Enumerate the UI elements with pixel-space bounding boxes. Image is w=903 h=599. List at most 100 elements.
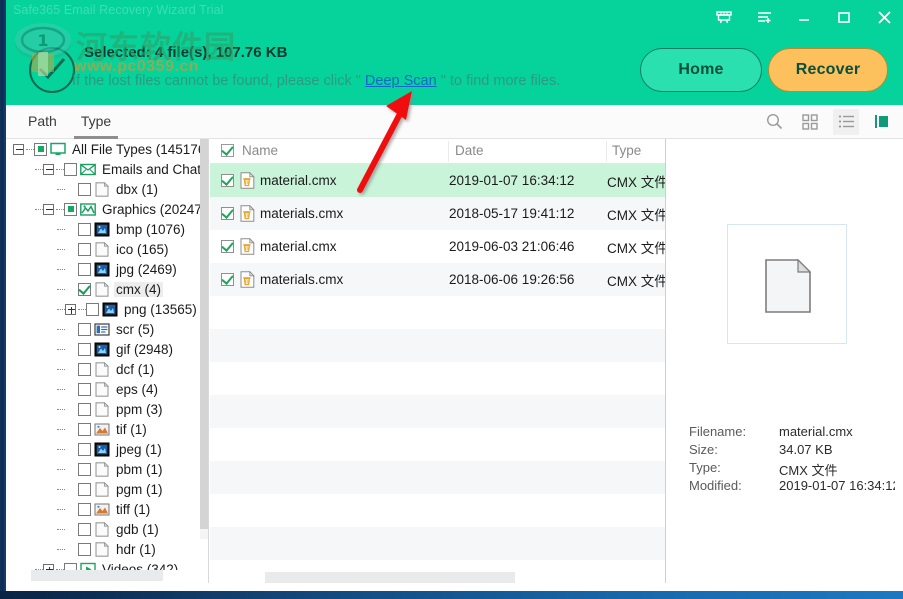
tree-node[interactable]: All File Types (145176) [7, 139, 208, 159]
collapse-icon[interactable] [43, 164, 54, 175]
tree-node[interactable]: png (13565) [7, 299, 208, 319]
tree-horizontal-scrollbar[interactable] [7, 570, 200, 581]
home-button[interactable]: Home [640, 48, 762, 92]
tree-node-checkbox[interactable] [64, 163, 77, 176]
tree-node-checkbox[interactable] [78, 263, 91, 276]
file-list-h-thumb[interactable] [265, 572, 515, 583]
close-icon[interactable] [873, 6, 895, 28]
tree-node-label: png (13565) [122, 302, 199, 317]
tree-guide-line [57, 469, 65, 470]
tree-node[interactable]: gdb (1) [7, 519, 208, 539]
tree-node-checkbox[interactable] [78, 343, 91, 356]
tree-node[interactable]: dcf (1) [7, 359, 208, 379]
column-divider-1[interactable] [448, 141, 449, 162]
tree-node-checkbox[interactable] [78, 423, 91, 436]
tree-guide-line [57, 409, 65, 410]
file-list-horizontal-scrollbar[interactable] [210, 572, 666, 583]
tree-node[interactable]: jpeg (1) [7, 439, 208, 459]
tree-node-checkbox[interactable] [78, 523, 91, 536]
tree-node[interactable]: pbm (1) [7, 459, 208, 479]
tree-node-checkbox[interactable] [78, 383, 91, 396]
collapse-icon[interactable] [13, 144, 24, 155]
table-row[interactable]: material.cmx2019-01-07 16:34:12CMX 文件 [210, 164, 666, 197]
preview-vertical-scrollbar[interactable] [895, 139, 903, 583]
tree-node-checkbox[interactable] [78, 323, 91, 336]
row-checkbox[interactable] [221, 240, 234, 253]
tree-node-checkbox[interactable] [78, 543, 91, 556]
tree-node-checkbox[interactable] [78, 223, 91, 236]
tree-node-checkbox[interactable] [34, 143, 47, 156]
tree-node-label: Emails and Chats (1) [100, 162, 209, 177]
tree-node-label: dbx (1) [114, 182, 160, 197]
tree-node-checkbox[interactable] [64, 203, 77, 216]
tab-type[interactable]: Type [69, 105, 123, 139]
select-all-checkbox[interactable] [221, 144, 234, 157]
file-type-tree[interactable]: All File Types (145176) Emails and Chats … [7, 139, 209, 583]
screen-icon [94, 322, 110, 337]
collapse-icon[interactable] [43, 204, 54, 215]
row-checkbox[interactable] [221, 273, 234, 286]
row-checkbox[interactable] [221, 207, 234, 220]
tree-node-checkbox[interactable] [78, 443, 91, 456]
tree-guide-line [57, 489, 65, 490]
tree-node-checkbox[interactable] [78, 183, 91, 196]
tree-node[interactable]: scr (5) [7, 319, 208, 339]
tree-node[interactable]: bmp (1076) [7, 219, 208, 239]
tree-node[interactable]: jpg (2469) [7, 259, 208, 279]
tree-node-checkbox[interactable] [78, 243, 91, 256]
tab-path[interactable]: Path [16, 105, 69, 139]
minimize-icon[interactable] [793, 6, 815, 28]
tree-guide-line [57, 229, 65, 230]
selection-summary: Selected: 4 file(s), 107.76 KB [84, 44, 287, 61]
maximize-icon[interactable] [833, 6, 855, 28]
column-divider-2[interactable] [606, 141, 607, 162]
tree-node[interactable]: ico (165) [7, 239, 208, 259]
table-row[interactable]: materials.cmx2018-05-17 19:41:12CMX 文件 [210, 197, 666, 230]
table-row[interactable]: materials.cmx2018-06-06 19:26:56CMX 文件 [210, 263, 666, 296]
tree-node[interactable]: Graphics (20247) [7, 199, 208, 219]
tree-node-label: tiff (1) [114, 502, 152, 517]
recover-button[interactable]: Recover [768, 48, 888, 92]
search-icon[interactable] [761, 109, 787, 135]
tree-v-thumb[interactable] [200, 139, 208, 529]
tree-node[interactable]: hdr (1) [7, 539, 208, 559]
row-checkbox[interactable] [221, 174, 234, 187]
tree-node-checkbox[interactable] [78, 503, 91, 516]
file-list-panel: Name Date Type material.cmx2019-01-07 16… [210, 139, 666, 583]
tree-node-checkbox[interactable] [78, 283, 91, 296]
tree-h-thumb[interactable] [31, 570, 163, 581]
tree-node[interactable]: eps (4) [7, 379, 208, 399]
tree-node[interactable]: cmx (4) [7, 279, 208, 299]
grid-view-icon[interactable] [797, 109, 823, 135]
tree-node[interactable]: pgm (1) [7, 479, 208, 499]
tree-node-label: pbm (1) [114, 462, 165, 477]
tree-node-checkbox[interactable] [78, 363, 91, 376]
titlebar-controls [713, 2, 895, 32]
tree-node-checkbox[interactable] [78, 483, 91, 496]
tree-node[interactable]: Emails and Chats (1) [7, 159, 208, 179]
tree-node-label: All File Types (145176) [70, 142, 209, 157]
file-icon [94, 522, 110, 537]
list-view-icon[interactable] [833, 109, 859, 135]
tree-node-checkbox[interactable] [78, 463, 91, 476]
tree-vertical-scrollbar[interactable] [200, 139, 208, 539]
expand-icon[interactable] [65, 304, 76, 315]
deep-scan-link[interactable]: Deep Scan [365, 73, 437, 89]
column-header-name[interactable]: Name [242, 143, 278, 158]
tree-node[interactable]: gif (2948) [7, 339, 208, 359]
tree-node[interactable]: ppm (3) [7, 399, 208, 419]
tree-guide-line [35, 169, 43, 170]
menu-icon[interactable] [753, 6, 775, 28]
column-header-date[interactable]: Date [455, 143, 484, 158]
cart-icon[interactable] [713, 6, 735, 28]
preview-thumbnail-box [727, 224, 847, 344]
tree-node[interactable]: tif (1) [7, 419, 208, 439]
tree-node[interactable]: dbx (1) [7, 179, 208, 199]
table-row[interactable]: material.cmx2019-06-03 21:06:46CMX 文件 [210, 230, 666, 263]
preview-pane-icon[interactable] [869, 109, 895, 135]
tree-node[interactable]: tiff (1) [7, 499, 208, 519]
tree-node-checkbox[interactable] [86, 303, 99, 316]
column-header-type[interactable]: Type [612, 143, 641, 158]
tree-node-checkbox[interactable] [78, 403, 91, 416]
tree-guide-line [78, 309, 86, 310]
